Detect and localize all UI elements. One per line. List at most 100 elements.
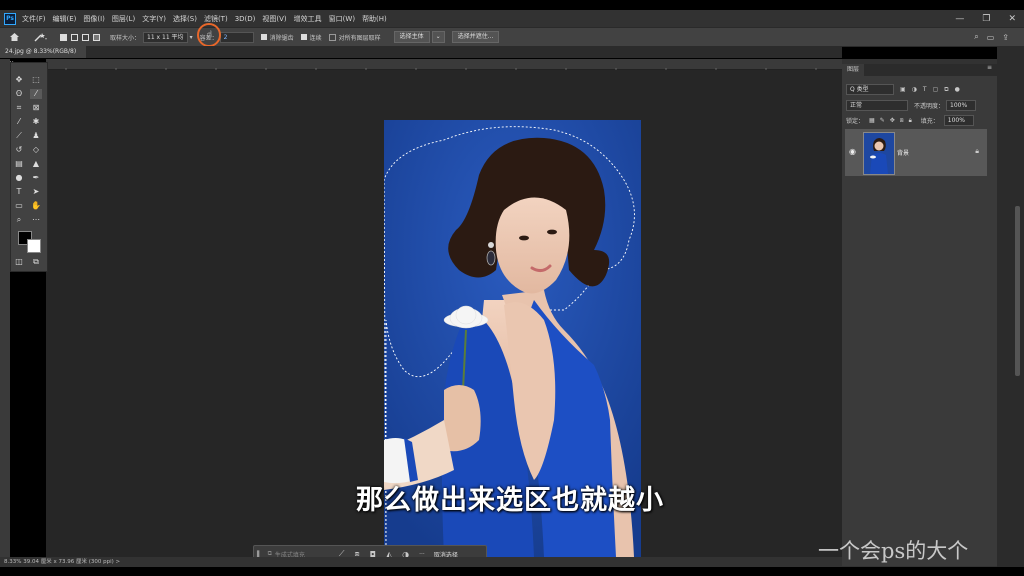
filter-type-icon[interactable]: T <box>923 86 927 93</box>
history-brush-tool-icon[interactable]: ↺ <box>13 145 25 155</box>
select-subject-button[interactable]: 选择主体 <box>393 31 430 43</box>
menu-image[interactable]: 图像(I) <box>83 14 105 24</box>
menu-bar: Ps 文件(F) 编辑(E) 图像(I) 图层(L) 文字(Y) 选择(S) 滤… <box>0 10 1024 27</box>
layer-row-background[interactable]: ◉ 背景 🔒︎ <box>845 129 987 176</box>
background-color-swatch[interactable] <box>27 239 41 253</box>
lock-label: 锁定： <box>846 118 865 125</box>
close-window-button[interactable]: ✕ <box>1008 14 1016 24</box>
brush-tool-icon[interactable]: ⟋ <box>13 131 25 141</box>
status-bar: 8.33% 39.04 厘米 x 73.96 厘米 (300 ppi) > <box>0 557 842 567</box>
magic-wand-tool-preset-icon[interactable] <box>34 32 48 42</box>
blend-mode-select[interactable]: 正常 <box>846 100 908 111</box>
select-and-mask-button[interactable]: 选择并遮住... <box>451 31 500 43</box>
share-icon[interactable]: ⇪ <box>1002 33 1009 42</box>
menu-help[interactable]: 帮助(H) <box>362 14 387 24</box>
rectangle-tool-icon[interactable]: ▭ <box>13 201 25 211</box>
lock-artboard-icon[interactable]: ⧈ <box>900 117 904 125</box>
lock-pixels-icon[interactable]: ✎ <box>880 117 885 124</box>
layers-panel-tab[interactable]: 图层 <box>842 64 865 76</box>
sample-all-layers-label: 对所有图层取样 <box>338 34 381 42</box>
frame-tool-icon[interactable]: ⊠ <box>30 103 42 113</box>
opacity-input[interactable]: 100% <box>946 100 977 111</box>
more-tools-icon[interactable]: ⋯ <box>30 215 42 225</box>
menu-edit[interactable]: 编辑(E) <box>53 14 77 24</box>
document-tab[interactable]: 24.jpg @ 8.33%(RGB/8) ✕ <box>0 46 86 67</box>
magic-wand-tool-icon[interactable]: ⁄ <box>30 89 42 99</box>
clone-stamp-tool-icon[interactable]: ♟ <box>30 131 42 141</box>
layer-filter-select[interactable]: Q 类型 <box>846 84 894 95</box>
marquee-tool-icon[interactable]: ⬚ <box>30 75 42 85</box>
menu-type[interactable]: 文字(Y) <box>142 14 166 24</box>
select-subject-dropdown[interactable]: ⌄ <box>431 31 445 43</box>
menu-filter[interactable]: 滤镜(T) <box>204 14 228 24</box>
mouse-cursor-icon: ☝ <box>206 29 213 40</box>
eye-icon[interactable]: ◉ <box>849 147 856 156</box>
options-bar: 取样大小： 11 x 11 平均 ▾ 容差： 2 ☝ 消除锯齿 连续 对所有图层… <box>0 22 1024 47</box>
pen-tool-icon[interactable]: ✒ <box>30 173 42 183</box>
panel-menu-icon[interactable]: ≡ <box>987 64 992 71</box>
intersect-selection-icon[interactable] <box>93 33 100 41</box>
watermark: 一个会ps的大个 <box>818 539 969 563</box>
search-icon[interactable]: ⌕ <box>974 32 978 42</box>
blur-tool-icon[interactable]: ▲ <box>30 159 42 169</box>
minimize-button[interactable]: — <box>955 14 964 24</box>
horizontal-ruler <box>46 59 842 74</box>
sample-all-layers-checkbox[interactable] <box>328 33 336 41</box>
contiguous-checkbox[interactable] <box>300 34 307 40</box>
tools-panel: ✥ ⬚ ʘ ⁄ ⌗ ⊠ ⁄ ✱ ⟋ ♟ ↺ ◇ ▤ ▲ ● ✒ T ➤ ▭ ✋ … <box>10 62 48 272</box>
eraser-tool-icon[interactable]: ◇ <box>30 145 42 155</box>
lock-transparency-icon[interactable]: ▦ <box>869 117 875 124</box>
menu-plugins[interactable]: 增效工具 <box>294 14 322 24</box>
new-selection-icon[interactable] <box>60 33 67 41</box>
filter-smart-icon[interactable]: ⧉ <box>944 86 948 94</box>
sample-size-select[interactable]: 11 x 11 平均 <box>143 31 188 43</box>
eyedropper-tool-icon[interactable]: ⁄ <box>13 117 25 127</box>
fill-label: 填充： <box>920 118 939 125</box>
path-selection-tool-icon[interactable]: ➤ <box>30 187 42 197</box>
collapsed-panel-strip <box>997 46 1024 567</box>
filter-toggle-icon[interactable]: ● <box>955 86 960 93</box>
vertical-ruler <box>0 59 10 559</box>
menu-3d[interactable]: 3D(D) <box>235 15 256 23</box>
healing-brush-tool-icon[interactable]: ✱ <box>30 117 42 127</box>
layers-panel-header: 图层 ≡ <box>842 64 997 76</box>
scrollbar[interactable] <box>1015 206 1020 376</box>
home-icon[interactable] <box>9 32 20 42</box>
menu-view[interactable]: 视图(V) <box>262 14 286 24</box>
hand-tool-icon[interactable]: ✋ <box>30 201 42 211</box>
opacity-label: 不透明度： <box>914 103 945 110</box>
add-to-selection-icon[interactable] <box>71 33 78 41</box>
lasso-tool-icon[interactable]: ʘ <box>13 89 25 99</box>
menu-file[interactable]: 文件(F) <box>22 14 46 24</box>
lock-position-icon[interactable]: ✥ <box>890 117 895 124</box>
crop-tool-icon[interactable]: ⌗ <box>13 103 25 113</box>
filter-shape-icon[interactable]: ▢ <box>933 86 939 93</box>
screen-mode-icon[interactable]: ⧉ <box>30 257 42 267</box>
filter-adjustment-icon[interactable]: ◑ <box>912 86 917 93</box>
dodge-tool-icon[interactable]: ● <box>13 173 25 183</box>
type-tool-icon[interactable]: T <box>13 187 25 197</box>
fill-input[interactable]: 100% <box>943 115 974 126</box>
antialias-checkbox[interactable] <box>260 34 267 40</box>
sample-size-label: 取样大小： <box>110 34 141 42</box>
filter-pixel-icon[interactable]: ▣ <box>900 86 906 93</box>
menu-window[interactable]: 窗口(W) <box>329 14 355 24</box>
workspace-icon[interactable]: ▭ <box>987 33 995 42</box>
restore-button[interactable]: ❐ <box>982 14 990 24</box>
lock-all-icon[interactable]: 🔒︎ <box>909 117 912 125</box>
document-tab-title: 24.jpg @ 8.33%(RGB/8) <box>5 48 77 55</box>
menu-select[interactable]: 选择(S) <box>173 14 197 24</box>
chevron-down-icon[interactable]: ▾ <box>190 34 193 41</box>
photoshop-logo-icon: Ps <box>4 12 16 25</box>
gradient-tool-icon[interactable]: ▤ <box>13 159 25 169</box>
move-tool-icon[interactable]: ✥ <box>13 75 25 85</box>
menu-layer[interactable]: 图层(L) <box>112 14 135 24</box>
subtract-from-selection-icon[interactable] <box>82 33 89 41</box>
tolerance-input[interactable]: 2 <box>219 31 254 43</box>
zoom-tool-icon[interactable]: ⌕ <box>13 215 25 225</box>
layer-name[interactable]: 背景 <box>897 148 909 157</box>
video-subtitle: 那么做出来选区也就越小 <box>356 485 664 516</box>
layer-lock-icon: 🔒︎ <box>975 147 979 155</box>
quick-mask-icon[interactable]: ◫ <box>13 257 25 267</box>
layer-thumbnail <box>863 132 895 175</box>
